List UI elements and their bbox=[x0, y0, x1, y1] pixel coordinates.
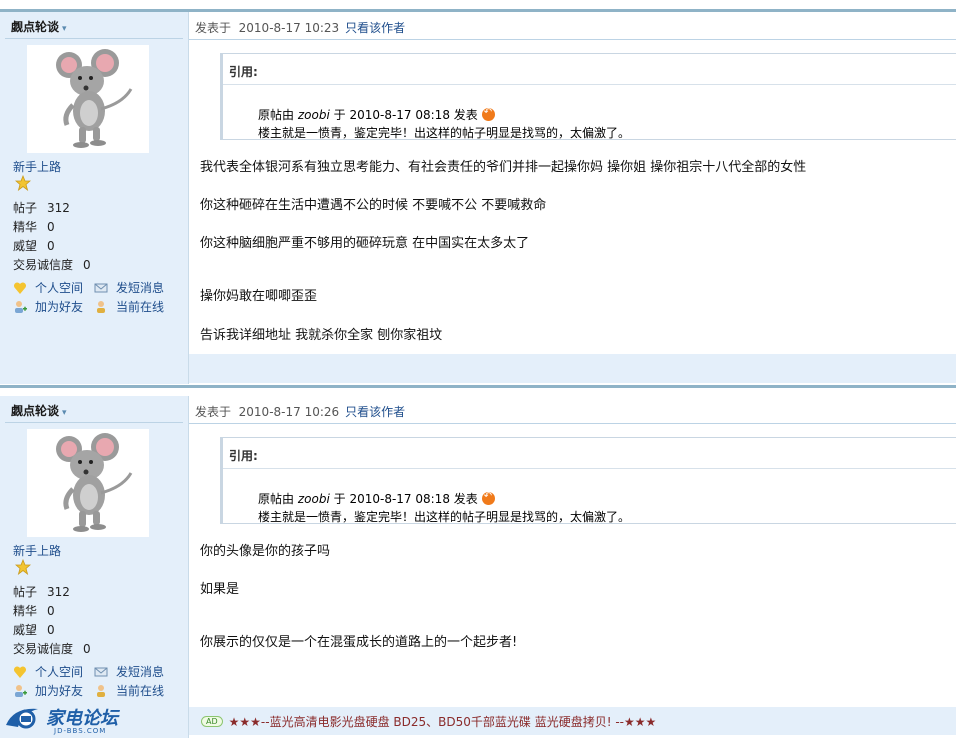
mouse-avatar-icon bbox=[56, 49, 133, 148]
post-divider bbox=[0, 385, 956, 388]
post-footer bbox=[189, 354, 956, 383]
post-paragraph: 我代表全体银河系有独立思考能力、有社会责任的爷们并排一起操你妈 操你姐 操你祖宗… bbox=[200, 160, 807, 175]
stat-trust: 交易诚信度 0 bbox=[13, 642, 91, 656]
stat-digest: 精华 0 bbox=[13, 604, 55, 618]
stat-trust: 交易诚信度 0 bbox=[13, 258, 91, 272]
user-online-icon bbox=[94, 684, 108, 698]
chevron-down-icon[interactable]: ▾ bbox=[62, 24, 67, 34]
user-rank: 新手上路 bbox=[13, 544, 62, 558]
post-paragraph: 你展示的仅仅是一个在混蛋成长的道路上的一个起步者! bbox=[200, 635, 518, 650]
divider bbox=[5, 422, 183, 423]
quote-block: 引用: 原帖由 zoobi 于 2010-8-17 08:18 发表 楼主就是一… bbox=[220, 437, 956, 524]
star-icon bbox=[14, 174, 32, 192]
quote-title: 引用: bbox=[229, 449, 258, 463]
envelope-icon bbox=[94, 665, 108, 679]
jump-to-post-icon[interactable] bbox=[481, 491, 495, 505]
divider bbox=[189, 423, 956, 424]
avatar[interactable] bbox=[27, 429, 149, 537]
add-friend-link[interactable]: 加为好友 bbox=[13, 298, 83, 315]
author-sidebar: 觑点轮谈 ▾ 新手上路 帖子 312 精华 0 威望 0 交易诚信度 0 个人空… bbox=[0, 12, 189, 384]
post-paragraph: 告诉我详细地址 我就杀你全家 刨你家祖坟 bbox=[200, 328, 443, 343]
stat-prestige: 威望 0 bbox=[13, 623, 55, 637]
divider bbox=[223, 468, 956, 469]
ad-link[interactable]: ★★★--蓝光高清电影光盘硬盘 BD25、BD50千部蓝光碟 蓝光硬盘拷贝! -… bbox=[229, 713, 657, 730]
divider bbox=[5, 38, 183, 39]
post-date: 2010-8-17 10:26 bbox=[238, 405, 340, 419]
post-paragraph: 你这种脑细胞严重不够用的砸碎玩意 在中国实在太多太了 bbox=[200, 236, 530, 251]
jump-to-post-icon[interactable] bbox=[481, 107, 495, 121]
online-status-link[interactable]: 当前在线 bbox=[94, 298, 164, 315]
stat-posts: 帖子 312 bbox=[13, 585, 70, 599]
quote-title: 引用: bbox=[229, 65, 258, 79]
heart-icon bbox=[13, 665, 27, 679]
send-message-link[interactable]: 发短消息 bbox=[94, 663, 164, 680]
ad-badge: AD bbox=[201, 715, 223, 727]
quote-text: 楼主就是一愤青，鉴定完毕！出这样的帖子明显是找骂的，太偏激了。 bbox=[258, 510, 631, 524]
divider bbox=[189, 39, 956, 40]
post-meta: 发表于 2010-8-17 10:23 只看该作者 bbox=[195, 21, 406, 35]
user-online-icon bbox=[94, 300, 108, 314]
post-paragraph: 操你妈敢在唧唧歪歪 bbox=[200, 289, 318, 304]
user-rank: 新手上路 bbox=[13, 160, 62, 174]
mouse-avatar-icon bbox=[56, 433, 133, 532]
quoted-user[interactable]: zoobi bbox=[298, 492, 330, 506]
post-content: 发表于 2010-8-17 10:23 只看该作者 引用: 原帖由 zoobi 于… bbox=[189, 12, 956, 384]
author-sidebar: 觑点轮谈 ▾ 新手上路 帖子 312 精华 0 威望 0 交易诚信度 0 个人空… bbox=[0, 396, 189, 738]
personal-space-link[interactable]: 个人空间 bbox=[13, 663, 83, 680]
quote-attribution: 原帖由 zoobi 于 2010-8-17 08:18 发表 bbox=[258, 490, 495, 507]
author-name[interactable]: 觑点轮谈 ▾ bbox=[11, 402, 67, 419]
ad-bar[interactable]: AD ★★★--蓝光高清电影光盘硬盘 BD25、BD50千部蓝光碟 蓝光硬盘拷贝… bbox=[189, 707, 956, 735]
site-logo[interactable]: 家电论坛 JD-BBS.COM bbox=[4, 703, 130, 737]
post-paragraph: 如果是 bbox=[200, 582, 240, 597]
add-user-icon bbox=[13, 300, 27, 314]
post-content: 发表于 2010-8-17 10:26 只看该作者 引用: 原帖由 zoobi 于… bbox=[189, 396, 956, 738]
stat-digest: 精华 0 bbox=[13, 220, 55, 234]
stat-prestige: 威望 0 bbox=[13, 239, 55, 253]
envelope-icon bbox=[94, 281, 108, 295]
personal-space-link[interactable]: 个人空间 bbox=[13, 279, 83, 296]
only-author-link[interactable]: 只看该作者 bbox=[345, 405, 405, 419]
star-icon bbox=[14, 558, 32, 576]
logo-subtext: JD-BBS.COM bbox=[54, 727, 107, 735]
chevron-down-icon[interactable]: ▾ bbox=[62, 408, 67, 418]
quoted-user[interactable]: zoobi bbox=[298, 108, 330, 122]
post-2: 觑点轮谈 ▾ 新手上路 帖子 312 精华 0 威望 0 交易诚信度 0 个人空… bbox=[0, 396, 956, 738]
only-author-link[interactable]: 只看该作者 bbox=[345, 21, 405, 35]
divider bbox=[223, 84, 956, 85]
add-user-icon bbox=[13, 684, 27, 698]
stat-posts: 帖子 312 bbox=[13, 201, 70, 215]
heart-icon bbox=[13, 281, 27, 295]
quote-attribution: 原帖由 zoobi 于 2010-8-17 08:18 发表 bbox=[258, 106, 495, 123]
post-1: 觑点轮谈 ▾ 新手上路 帖子 312 精华 0 威望 0 交易诚信度 0 个人空… bbox=[0, 12, 956, 384]
online-status-link[interactable]: 当前在线 bbox=[94, 682, 164, 699]
author-name[interactable]: 觑点轮谈 ▾ bbox=[11, 18, 67, 35]
post-paragraph: 你这种砸碎在生活中遭遇不公的时候 不要喊不公 不要喊救命 bbox=[200, 198, 547, 213]
post-date: 2010-8-17 10:23 bbox=[238, 21, 340, 35]
quote-block: 引用: 原帖由 zoobi 于 2010-8-17 08:18 发表 楼主就是一… bbox=[220, 53, 956, 140]
post-meta: 发表于 2010-8-17 10:26 只看该作者 bbox=[195, 405, 406, 419]
send-message-link[interactable]: 发短消息 bbox=[94, 279, 164, 296]
post-paragraph: 你的头像是你的孩子吗 bbox=[200, 544, 331, 559]
avatar[interactable] bbox=[27, 45, 149, 153]
add-friend-link[interactable]: 加为好友 bbox=[13, 682, 83, 699]
quote-text: 楼主就是一愤青，鉴定完毕！出这样的帖子明显是找骂的，太偏激了。 bbox=[258, 126, 631, 140]
